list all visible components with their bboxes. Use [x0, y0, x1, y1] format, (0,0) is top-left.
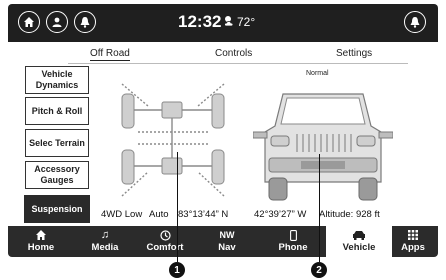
nav-label: Media: [91, 242, 119, 253]
temperature: 72°: [237, 15, 256, 29]
drivetrain-diagram: [121, 83, 225, 197]
bell-icon[interactable]: [74, 11, 96, 33]
status-bar: 12:32 72°: [8, 4, 438, 42]
bottom-nav-bar: Home ♫ Media Comfort NW Nav Phone Vehicl…: [8, 226, 438, 257]
side-item-accessory-gauges[interactable]: Accessory Gauges: [25, 161, 89, 189]
nav-label: Nav: [218, 242, 236, 253]
side-item-suspension[interactable]: Suspension: [24, 195, 90, 223]
longitude: 42°39’27” W: [254, 209, 307, 220]
side-item-pitch-roll[interactable]: Pitch & Roll: [25, 97, 89, 125]
tab-settings[interactable]: Settings: [336, 48, 372, 59]
altitude: Altitude: 928 ft: [319, 209, 380, 220]
alert-icon[interactable]: [404, 11, 426, 33]
side-item-selec-terrain[interactable]: Selec Terrain: [25, 129, 89, 157]
nav-nav[interactable]: NW Nav: [194, 226, 260, 257]
side-item-vehicle-dynamics[interactable]: Vehicle Dynamics: [25, 66, 89, 94]
nav-phone[interactable]: Phone: [260, 226, 326, 257]
nav-label: Home: [27, 242, 55, 253]
vehicle-front-image: [253, 93, 393, 201]
user-icon[interactable]: [46, 11, 68, 33]
comfort-icon: [159, 230, 171, 242]
compass-icon: NW: [219, 230, 235, 240]
clock: 12:32: [178, 12, 222, 31]
nav-label: Vehicle: [342, 242, 376, 253]
nav-label: Apps: [401, 242, 425, 253]
tab-bar: Off Road Controls Settings: [8, 42, 438, 64]
tab-controls[interactable]: Controls: [215, 48, 252, 59]
phone-icon: [289, 230, 297, 242]
callout-1-leader: [177, 152, 178, 262]
nav-label: Phone: [278, 242, 308, 253]
infotainment-screen: 12:32 72° Off Road Controls Settings Veh…: [8, 4, 438, 257]
drive-setting: Auto: [149, 209, 169, 220]
callout-1: 1: [169, 262, 185, 278]
callout-2-leader: [319, 154, 320, 262]
nav-home[interactable]: Home: [8, 226, 74, 257]
vehicle-icon: [352, 230, 366, 242]
home-icon[interactable]: [18, 11, 40, 33]
nav-comfort[interactable]: Comfort: [132, 226, 198, 257]
drive-mode: 4WD Low: [101, 209, 143, 220]
suspension-height-label: Normal: [306, 70, 329, 77]
weather-icon: [224, 16, 234, 27]
callout-2: 2: [311, 262, 327, 278]
apps-grid-icon: [408, 230, 418, 242]
latitude: 83°13’44” N: [178, 209, 229, 220]
home-icon: [36, 230, 46, 242]
tab-divider: [68, 63, 408, 64]
nav-apps[interactable]: Apps: [380, 226, 438, 257]
tab-off-road[interactable]: Off Road: [90, 48, 130, 61]
music-note-icon: ♫: [100, 229, 110, 241]
nav-media[interactable]: ♫ Media: [72, 226, 138, 257]
